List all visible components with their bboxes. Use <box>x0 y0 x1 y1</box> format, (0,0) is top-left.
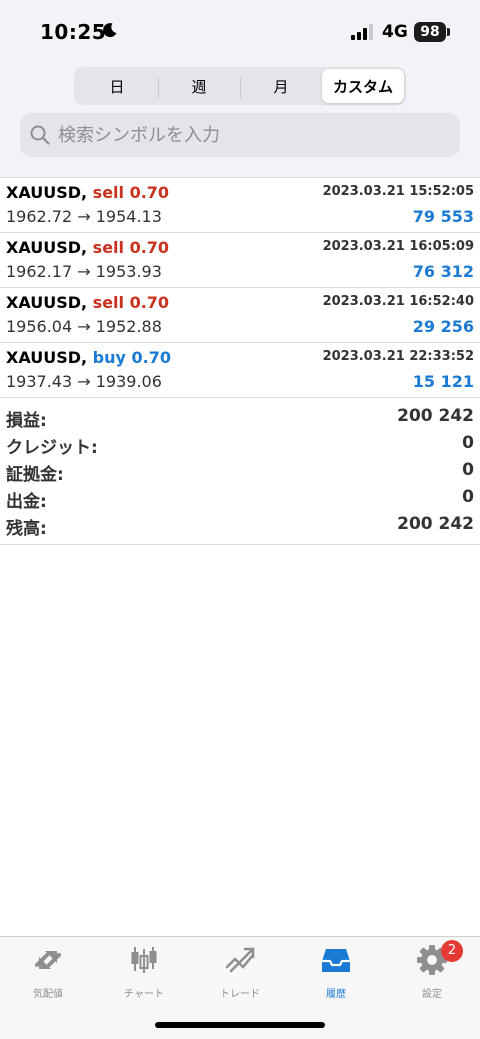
status-bar: 10:25 4G 98 <box>0 0 480 60</box>
deal-row[interactable]: XAUUSD, sell 0.70 2023.03.21 16:05:09 19… <box>0 232 480 287</box>
account-summary: 損益: 200 242 クレジット: 0 証拠金: 0 出金: 0 残高: 20… <box>0 397 480 545</box>
search-bar <box>20 113 460 157</box>
tab-label: 設定 <box>422 989 442 1000</box>
tab-label: 気配値 <box>33 989 63 1000</box>
tab-history[interactable]: 履歴 <box>288 943 384 1005</box>
deal-row[interactable]: XAUUSD, sell 0.70 2023.03.21 16:52:40 19… <box>0 287 480 342</box>
deal-time: 2023.03.21 15:52:05 <box>322 184 474 199</box>
deal-profit: 15 121 <box>412 372 474 391</box>
deal-symbol-line: XAUUSD, sell 0.70 <box>6 183 169 202</box>
quotes-icon <box>35 951 61 969</box>
summary-value: 0 <box>462 433 474 453</box>
segment-month[interactable]: 月 <box>240 69 322 103</box>
battery-tip <box>447 28 450 36</box>
settings-notification-badge: 2 <box>441 940 463 962</box>
tab-chart[interactable]: チャート <box>96 943 192 1005</box>
history-icon <box>322 949 350 972</box>
search-input[interactable] <box>58 124 438 146</box>
deal-profit: 79 553 <box>412 207 474 226</box>
deal-time: 2023.03.21 16:05:09 <box>322 239 474 254</box>
deal-time: 2023.03.21 22:33:52 <box>322 349 474 364</box>
summary-credit-row: クレジット: 0 <box>0 433 480 460</box>
deal-profit: 29 256 <box>412 317 474 336</box>
deal-side: sell 0.70 <box>92 238 170 257</box>
summary-value: 0 <box>462 460 474 480</box>
deal-side: sell 0.70 <box>92 183 170 202</box>
summary-label: クレジット: <box>6 438 98 458</box>
tab-quotes[interactable]: 気配値 <box>0 943 96 1005</box>
summary-value: 0 <box>462 487 474 507</box>
tab-settings[interactable]: 設定 <box>384 943 480 1005</box>
deal-side: buy 0.70 <box>92 348 171 367</box>
deals-list: XAUUSD, sell 0.70 2023.03.21 15:52:05 19… <box>0 177 480 397</box>
deal-symbol-line: XAUUSD, buy 0.70 <box>6 348 171 367</box>
deal-prices: 1956.04 → 1952.88 <box>6 317 162 336</box>
moon-icon <box>103 23 117 38</box>
home-indicator[interactable] <box>155 1022 325 1028</box>
tab-label: トレード <box>220 989 260 1000</box>
deal-prices: 1962.17 → 1953.93 <box>6 262 162 281</box>
summary-profit-row: 損益: 200 242 <box>0 406 480 433</box>
deal-side: sell 0.70 <box>92 293 170 312</box>
deal-prices: 1962.72 → 1954.13 <box>6 207 162 226</box>
trade-icon <box>225 947 255 973</box>
segment-day[interactable]: 日 <box>76 69 158 103</box>
summary-value: 200 242 <box>397 406 474 426</box>
summary-balance-row: 残高: 200 242 <box>0 514 480 541</box>
deal-symbol: XAUUSD, <box>6 238 88 257</box>
deal-row[interactable]: XAUUSD, buy 0.70 2023.03.21 22:33:52 193… <box>0 342 480 397</box>
chart-icon <box>131 947 157 973</box>
deal-prices: 1937.43 → 1939.06 <box>6 372 162 391</box>
summary-value: 200 242 <box>397 514 474 534</box>
summary-label: 残高: <box>6 519 47 539</box>
summary-withdrawal-row: 出金: 0 <box>0 487 480 514</box>
deal-symbol-line: XAUUSD, sell 0.70 <box>6 293 169 312</box>
tab-label: チャート <box>124 989 164 1000</box>
segment-week[interactable]: 週 <box>158 69 240 103</box>
deal-symbol-line: XAUUSD, sell 0.70 <box>6 238 169 257</box>
deal-row[interactable]: XAUUSD, sell 0.70 2023.03.21 15:52:05 19… <box>0 177 480 232</box>
summary-label: 損益: <box>6 411 47 431</box>
deal-time: 2023.03.21 16:52:40 <box>322 294 474 309</box>
signal-icon <box>351 24 373 40</box>
tab-trade[interactable]: トレード <box>192 943 288 1005</box>
tab-label: 履歴 <box>326 989 346 1000</box>
search-icon <box>30 125 50 145</box>
summary-label: 証拠金: <box>6 465 64 485</box>
summary-label: 出金: <box>6 492 47 512</box>
deal-symbol: XAUUSD, <box>6 293 88 312</box>
segment-custom[interactable]: カスタム <box>322 69 404 103</box>
summary-deposit-row: 証拠金: 0 <box>0 460 480 487</box>
history-header: 日 週 月 カスタム <box>0 60 480 177</box>
battery-icon: 98 <box>414 22 446 42</box>
deal-symbol: XAUUSD, <box>6 183 88 202</box>
period-segmented-control: 日 週 月 カスタム <box>74 67 406 105</box>
deal-profit: 76 312 <box>412 262 474 281</box>
deal-symbol: XAUUSD, <box>6 348 88 367</box>
network-type: 4G <box>382 22 408 42</box>
status-time: 10:25 <box>40 20 107 44</box>
